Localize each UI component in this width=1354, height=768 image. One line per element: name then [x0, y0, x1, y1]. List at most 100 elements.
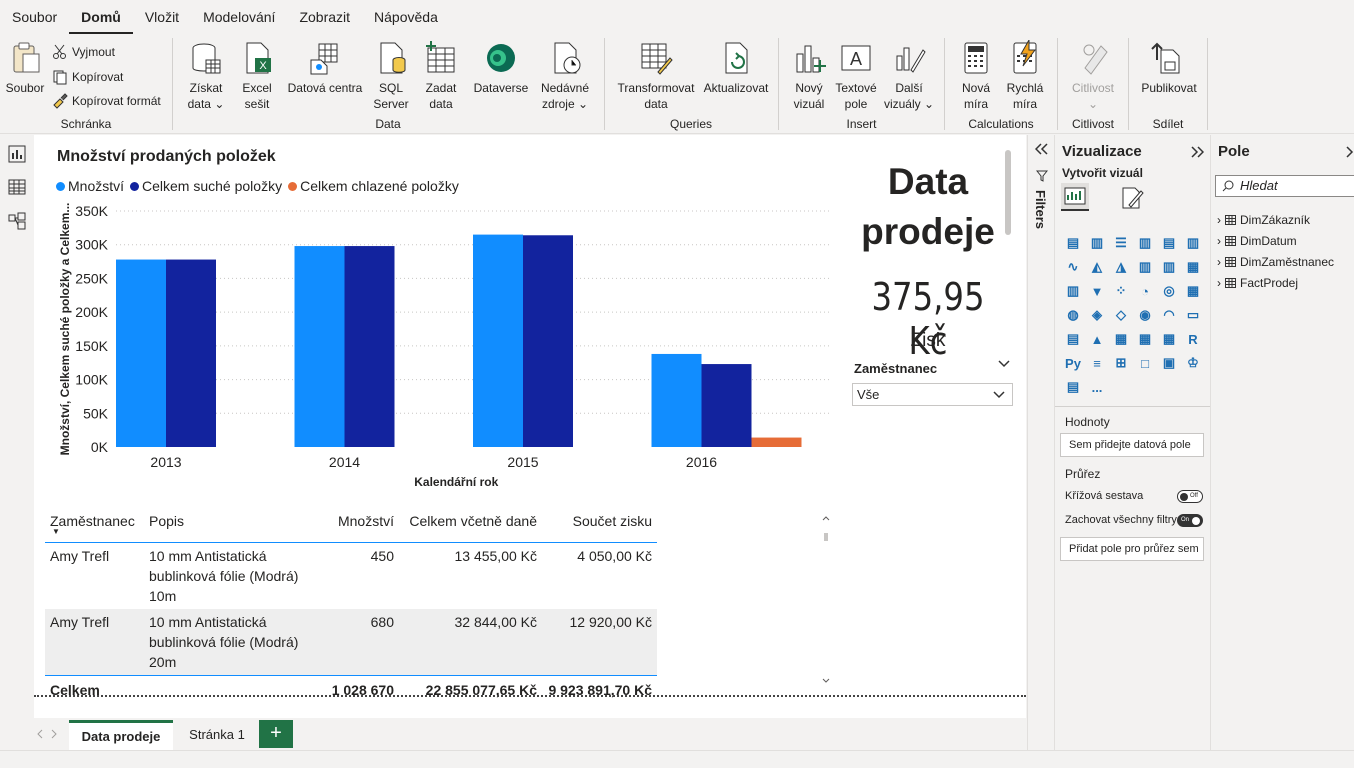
menu-help[interactable]: Nápověda	[362, 0, 450, 34]
paste-button[interactable]: Soubor	[4, 38, 46, 96]
recent-sources-button[interactable]: Nedávné zdroje ⌄	[535, 38, 595, 112]
copy-button[interactable]: Kopírovat	[52, 69, 123, 85]
matrix-icon[interactable]: ▦	[1157, 327, 1181, 351]
transform-data-button[interactable]: Transformovat data	[613, 38, 699, 112]
menu-file[interactable]: Soubor	[0, 0, 69, 34]
legend-item[interactable]: Množství	[56, 178, 124, 194]
bar-chart[interactable]: 0K 50K 100K 150K 200K 250K 300K 350KMnožství, C…	[34, 195, 834, 495]
more-visuals-button[interactable]: Další vizuály ⌄	[881, 38, 937, 112]
bar[interactable]	[116, 259, 166, 447]
waterfall-icon[interactable]: ▥	[1061, 279, 1085, 303]
bar[interactable]	[701, 364, 752, 447]
r-visual-icon[interactable]: R	[1181, 327, 1205, 351]
field-table-item[interactable]: › DimDatum	[1217, 230, 1334, 251]
clustered-bar-icon[interactable]: ☰	[1109, 231, 1133, 255]
values-drop-zone[interactable]: Sem přidejte datová pole	[1060, 433, 1204, 457]
legend-item[interactable]: Celkem suché položky	[130, 178, 282, 194]
qa-icon[interactable]: □	[1133, 351, 1157, 375]
smart-narrative-icon[interactable]: ▣	[1157, 351, 1181, 375]
python-visual-icon[interactable]: Py	[1061, 351, 1085, 375]
menu-insert[interactable]: Vložit	[133, 0, 191, 34]
report-view-icon[interactable]	[8, 145, 26, 163]
bar[interactable]	[751, 437, 802, 447]
quick-measure-button[interactable]: Rychlá míra	[1001, 38, 1049, 112]
table-scrollbar[interactable]	[821, 515, 831, 685]
double-chevron-left-icon[interactable]	[1035, 143, 1048, 155]
bar[interactable]	[166, 259, 216, 447]
bar[interactable]	[294, 246, 345, 447]
col-header-total-incl-tax[interactable]: Celkem včetně daně	[399, 508, 542, 543]
treemap-icon[interactable]: ▦	[1181, 279, 1205, 303]
keep-filters-toggle[interactable]: On	[1177, 514, 1203, 527]
new-measure-button[interactable]: Nová míra	[953, 38, 999, 112]
chevron-right-icon[interactable]	[1345, 146, 1354, 158]
fields-search-input[interactable]: Hledat	[1215, 175, 1354, 197]
line-chart-icon[interactable]: ∿	[1061, 255, 1085, 279]
stacked-bar-icon[interactable]: ▤	[1061, 231, 1085, 255]
tab-sales-data[interactable]: Data prodeje	[69, 720, 173, 750]
metrics-icon[interactable]: ♔	[1181, 351, 1205, 375]
line-stacked-column-icon[interactable]: ▥	[1157, 255, 1181, 279]
publish-button[interactable]: Publikovat	[1135, 38, 1203, 96]
table-row[interactable]: Amy Trefl 10 mm Antistatická bublinková …	[45, 543, 657, 610]
menu-home[interactable]: Domů	[69, 2, 133, 34]
field-table-item[interactable]: › DimZaměstnanec	[1217, 251, 1334, 272]
build-visual-tab[interactable]	[1061, 183, 1089, 211]
sensitivity-button[interactable]: Citlivost ⌄	[1064, 38, 1122, 112]
100-bar-icon[interactable]: ▤	[1157, 231, 1181, 255]
table-row[interactable]: Amy Trefl 10 mm Antistatická bublinková …	[45, 609, 657, 676]
bar[interactable]	[651, 353, 702, 447]
data-hub-button[interactable]: Datová centra	[285, 38, 365, 96]
format-painter-button[interactable]: Kopírovat formát	[52, 93, 161, 109]
azure-map-icon[interactable]: ◉	[1133, 303, 1157, 327]
stacked-column-icon[interactable]: ▥	[1085, 231, 1109, 255]
slicer-dropdown[interactable]: Vše	[852, 383, 1013, 406]
sql-server-button[interactable]: SQL Server	[369, 38, 413, 112]
add-page-button[interactable]: +	[259, 720, 293, 748]
decomposition-tree-icon[interactable]: ⊞	[1109, 351, 1133, 375]
refresh-button[interactable]: Aktualizovat	[701, 38, 771, 96]
model-view-icon[interactable]	[8, 212, 26, 230]
field-table-item[interactable]: › FactProdej	[1217, 272, 1334, 293]
format-visual-tab[interactable]	[1117, 185, 1145, 216]
double-chevron-right-icon[interactable]	[1191, 146, 1204, 158]
kpi-icon[interactable]: ▲	[1085, 327, 1109, 351]
multi-row-card-icon[interactable]: ▤	[1061, 327, 1085, 351]
shape-map-icon[interactable]: ◇	[1109, 303, 1133, 327]
field-table-item[interactable]: › DimZákazník	[1217, 209, 1334, 230]
ribbon-chart-icon[interactable]: ▦	[1181, 255, 1205, 279]
card-icon[interactable]: ▭	[1181, 303, 1205, 327]
menu-modeling[interactable]: Modelování	[191, 0, 287, 34]
col-header-description[interactable]: Popis	[144, 508, 324, 543]
donut-chart-icon[interactable]: ◎	[1157, 279, 1181, 303]
tab-page-1[interactable]: Stránka 1	[178, 720, 256, 750]
table-icon[interactable]: ▦	[1133, 327, 1157, 351]
drill-through-drop-zone[interactable]: Přidat pole pro průřez sem	[1060, 537, 1204, 561]
menu-view[interactable]: Zobrazit	[287, 0, 362, 34]
stacked-area-icon[interactable]: ◮	[1109, 255, 1133, 279]
text-box-button[interactable]: A Textové pole	[832, 38, 880, 112]
line-column-icon[interactable]: ▥	[1133, 255, 1157, 279]
tab-scroll-arrows-icon[interactable]	[37, 729, 57, 739]
100-column-icon[interactable]: ▥	[1181, 231, 1205, 255]
bar[interactable]	[523, 235, 573, 447]
col-header-employee[interactable]: Zaměstnanec ▼	[45, 508, 144, 543]
chevron-down-icon[interactable]	[997, 359, 1011, 369]
more-visuals-ellipsis-icon[interactable]: ...	[1085, 375, 1109, 399]
new-visual-button[interactable]: Nový vizuál	[787, 38, 831, 112]
table-view-icon[interactable]	[8, 178, 26, 196]
legend-item[interactable]: Celkem chlazené položky	[288, 178, 459, 194]
bar[interactable]	[344, 246, 395, 447]
col-header-quantity[interactable]: Množství	[324, 508, 399, 543]
area-chart-icon[interactable]: ◭	[1085, 255, 1109, 279]
enter-data-button[interactable]: Zadat data	[419, 38, 463, 112]
slicer-icon[interactable]: ▦	[1109, 327, 1133, 351]
cross-report-toggle[interactable]: Off	[1177, 490, 1203, 503]
map-icon[interactable]: ◍	[1061, 303, 1085, 327]
key-influencers-icon[interactable]: ≡	[1085, 351, 1109, 375]
bar[interactable]	[473, 234, 523, 447]
filters-pane-collapsed[interactable]: Filters	[1027, 135, 1054, 750]
filled-map-icon[interactable]: ◈	[1085, 303, 1109, 327]
pie-chart-icon[interactable]: ◔	[1133, 279, 1157, 303]
funnel-icon[interactable]: ▼	[1085, 279, 1109, 303]
